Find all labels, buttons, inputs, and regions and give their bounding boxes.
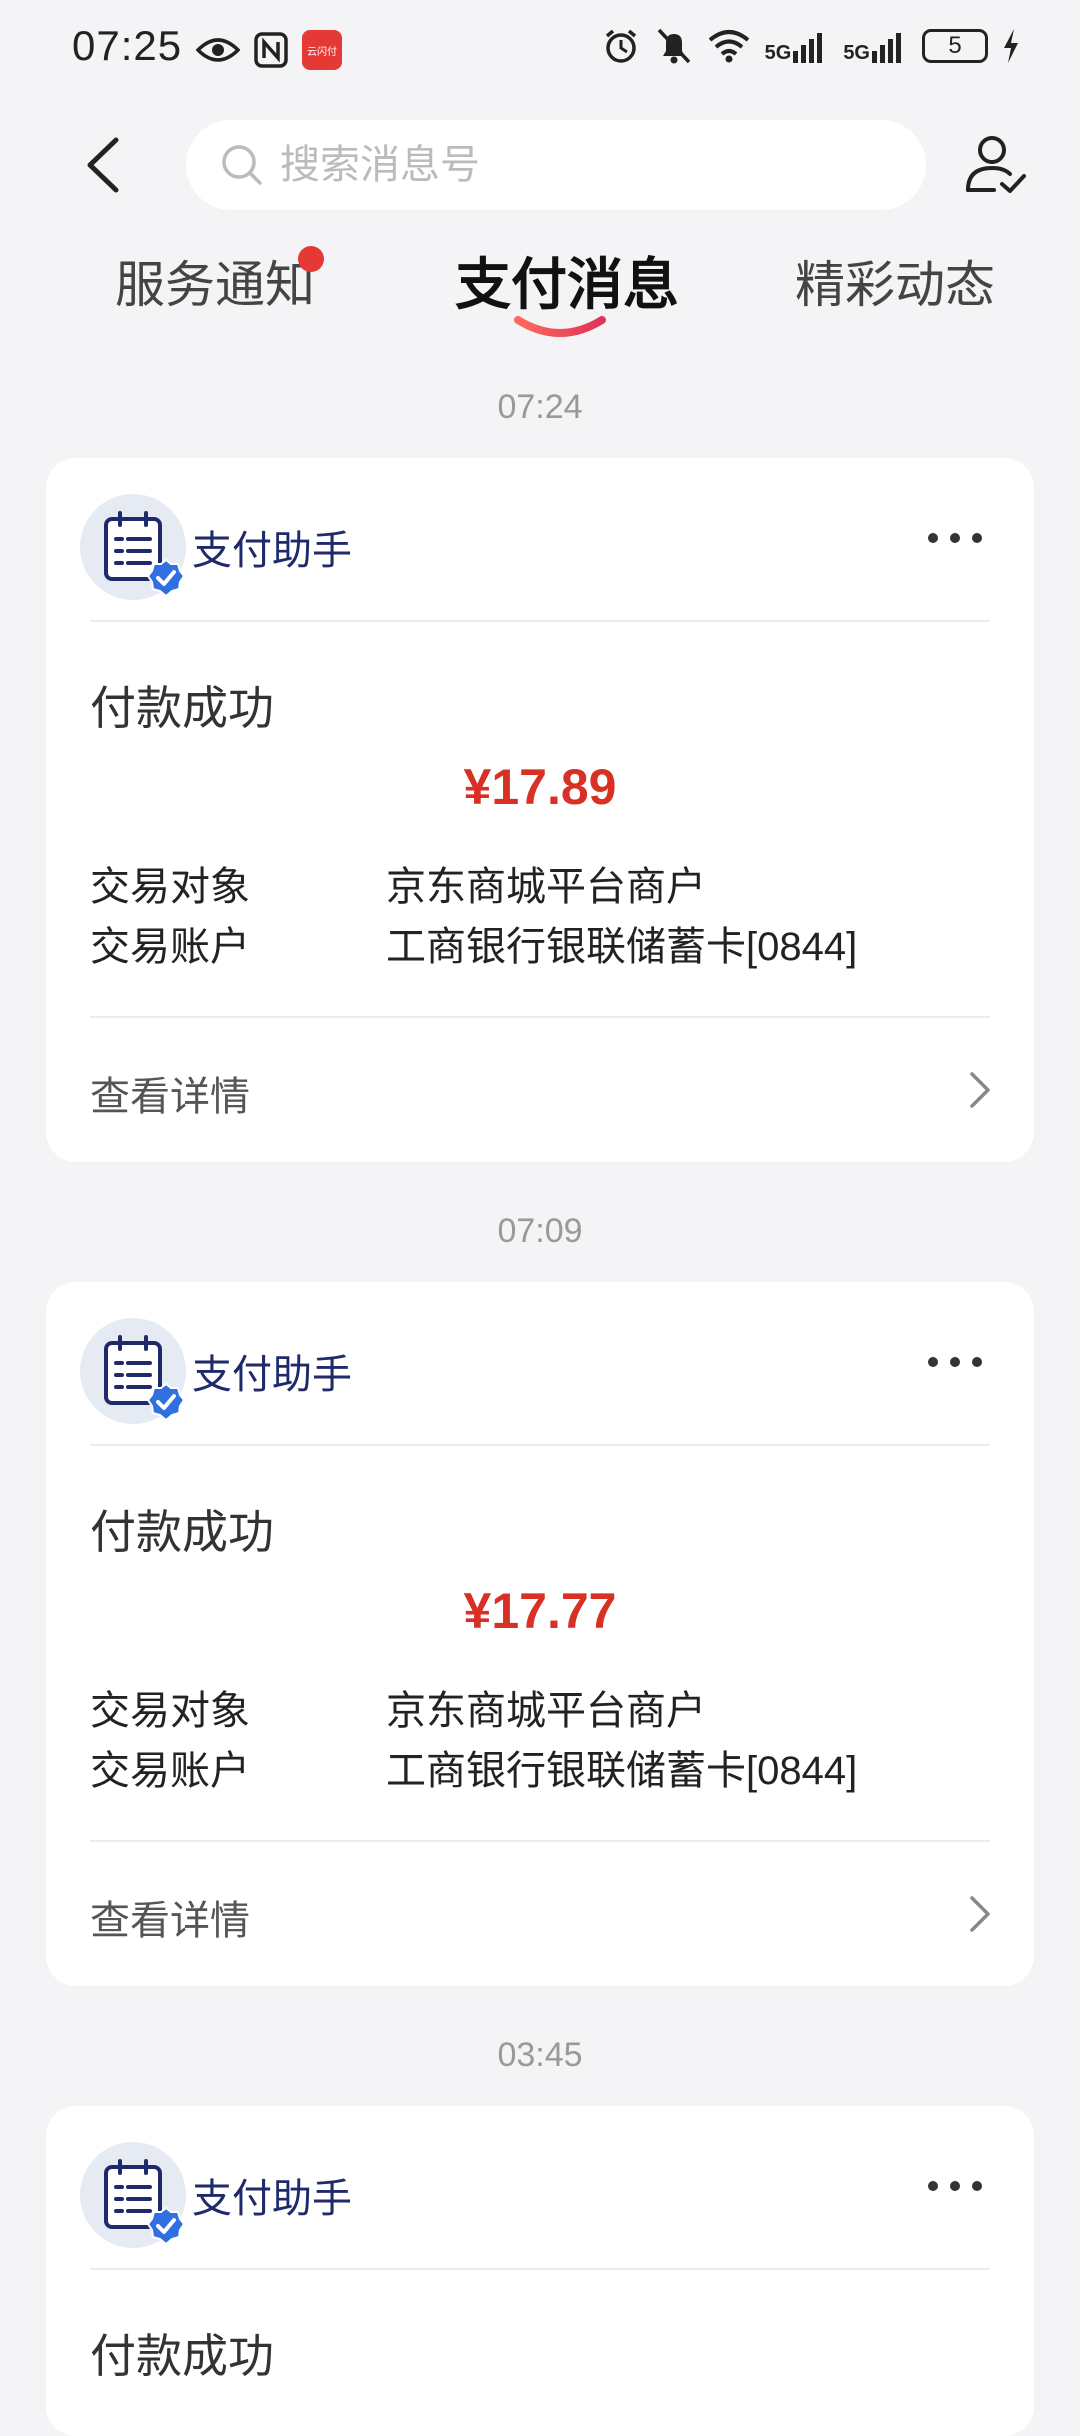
wifi-icon: [708, 30, 749, 63]
chevron-right-icon[interactable]: [964, 1892, 994, 1936]
sender-name: 支付助手: [192, 2177, 352, 2221]
info-key: 交易账户: [90, 1749, 250, 1793]
card-header: 支付助手: [80, 2140, 352, 2250]
info-row-merchant: 交易对象 京东商城平台商户: [90, 1678, 706, 1736]
payment-assistant-avatar: [80, 1318, 186, 1424]
more-options-icon[interactable]: [928, 1357, 982, 1367]
unread-dot: [298, 246, 324, 272]
payment-amount: ¥17.89: [463, 759, 617, 815]
info-value: 京东商城平台商户: [386, 1689, 706, 1733]
more-options-icon[interactable]: [928, 2181, 982, 2191]
message-title: 付款成功: [90, 2330, 274, 2382]
eye-icon: [196, 38, 240, 62]
verified-badge-icon: [146, 558, 186, 598]
tab-featured-updates[interactable]: 精彩动态: [795, 245, 995, 317]
card-header: 支付助手: [80, 492, 352, 602]
message-timestamp: 07:24: [497, 388, 583, 426]
network-type-label: 5G: [764, 42, 792, 64]
info-value: 工商银行银联储蓄卡[0844]: [386, 1749, 858, 1793]
divider: [90, 2268, 990, 2270]
payment-message-card: 支付助手 付款成功 ¥17.89 交易对象 京东商城平台商户 交易账户 工商银行…: [46, 458, 1034, 1162]
payment-assistant-avatar: [80, 494, 186, 600]
info-row-account: 交易账户 工商银行银联储蓄卡[0844]: [90, 1738, 857, 1796]
user-account-icon[interactable]: [960, 130, 1030, 200]
info-key: 交易对象: [90, 865, 250, 909]
message-timestamp: 03:45: [497, 2036, 583, 2074]
status-time: 07:25: [72, 22, 183, 69]
sender-name: 支付助手: [192, 1353, 352, 1397]
payment-amount: ¥17.77: [463, 1583, 617, 1639]
unionpay-app-icon: 云闪付: [302, 30, 342, 70]
charging-icon: [1004, 29, 1018, 63]
chevron-right-icon[interactable]: [964, 1068, 994, 1112]
divider: [90, 1016, 990, 1018]
status-bar: 07:25 云闪付 5G 5G 5: [0, 0, 1080, 100]
info-row-merchant: 交易对象 京东商城平台商户: [90, 854, 706, 912]
payment-message-card: 支付助手 付款成功 ¥17.77 交易对象 京东商城平台商户 交易账户 工商银行…: [46, 1282, 1034, 1986]
signal-icon: [793, 33, 823, 63]
active-tab-indicator: [514, 316, 606, 337]
sender-name: 支付助手: [192, 529, 352, 573]
message-title: 付款成功: [90, 1506, 274, 1558]
info-key: 交易账户: [90, 925, 250, 969]
payment-message-card: 支付助手 付款成功: [46, 2106, 1034, 2436]
divider: [90, 1840, 990, 1842]
search-bar[interactable]: [186, 120, 926, 210]
info-value: 京东商城平台商户: [386, 865, 706, 909]
nfc-icon: [254, 32, 288, 68]
battery-indicator: 5: [922, 29, 988, 63]
search-icon: [222, 145, 262, 185]
info-row-account: 交易账户 工商银行银联储蓄卡[0844]: [90, 914, 857, 972]
more-options-icon[interactable]: [928, 533, 982, 543]
tab-payment-messages[interactable]: 支付消息: [455, 240, 679, 321]
info-key: 交易对象: [90, 1689, 250, 1733]
view-details-link[interactable]: 查看详情: [90, 1064, 250, 1122]
divider: [90, 620, 990, 622]
alarm-icon: [605, 29, 636, 63]
message-timestamp: 07:09: [497, 1212, 583, 1250]
message-title: 付款成功: [90, 682, 274, 734]
card-header: 支付助手: [80, 1316, 352, 1426]
bell-muted-icon: [657, 28, 690, 64]
view-details-link[interactable]: 查看详情: [90, 1888, 250, 1946]
payment-assistant-avatar: [80, 2142, 186, 2248]
signal-icon: [872, 33, 901, 63]
verified-badge-icon: [146, 2206, 186, 2246]
info-value: 工商银行银联储蓄卡[0844]: [386, 925, 858, 969]
divider: [90, 1444, 990, 1446]
network-type-label: 5G: [843, 42, 870, 64]
back-arrow-icon[interactable]: [72, 130, 132, 200]
tab-service-notice[interactable]: 服务通知: [115, 245, 315, 317]
search-input[interactable]: [278, 141, 882, 189]
tab-bar: 服务通知 支付消息 精彩动态: [0, 240, 1080, 350]
verified-badge-icon: [146, 1382, 186, 1422]
